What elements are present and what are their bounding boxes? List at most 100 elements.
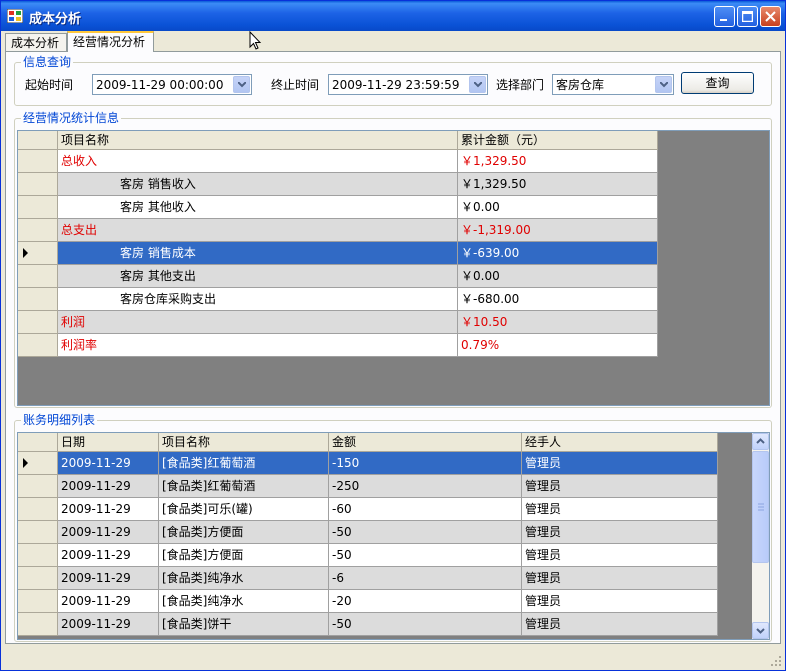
date-cell[interactable]: 2009-11-29 bbox=[58, 567, 159, 590]
item-name-cell[interactable]: 客房 销售成本 bbox=[58, 242, 458, 265]
minimize-icon bbox=[720, 19, 727, 21]
amount-cell[interactable]: -20 bbox=[329, 590, 522, 613]
scroll-down-button[interactable] bbox=[752, 622, 769, 639]
date-cell[interactable]: 2009-11-29 bbox=[58, 590, 159, 613]
item-name-cell[interactable]: [食品类]可乐(罐) bbox=[159, 498, 329, 521]
item-name-cell[interactable]: 总收入 bbox=[58, 150, 458, 173]
row-header[interactable] bbox=[18, 521, 58, 544]
close-button[interactable] bbox=[760, 6, 781, 27]
row-header[interactable] bbox=[18, 567, 58, 590]
handler-cell[interactable]: 管理员 bbox=[522, 521, 718, 544]
amount-cell[interactable]: ￥10.50 bbox=[458, 311, 658, 334]
amount-cell[interactable]: ￥1,329.50 bbox=[458, 150, 658, 173]
row-header[interactable] bbox=[18, 590, 58, 613]
query-group: 信息查询 起始时间 2009-11-29 00:00:00 终止时间 2009-… bbox=[14, 55, 772, 106]
column-header[interactable]: 项目名称 bbox=[58, 131, 458, 150]
row-header[interactable] bbox=[18, 196, 58, 219]
end-time-picker[interactable]: 2009-11-29 23:59:59 bbox=[328, 74, 488, 95]
ledger-grid[interactable]: 日期 项目名称 金额 经手人 2009-11-29 [食品类]红葡萄酒 -150 管理… bbox=[17, 432, 770, 640]
amount-cell[interactable]: -250 bbox=[329, 475, 522, 498]
row-header[interactable] bbox=[18, 288, 58, 311]
item-name-cell[interactable]: [食品类]红葡萄酒 bbox=[159, 475, 329, 498]
date-cell[interactable]: 2009-11-29 bbox=[58, 475, 159, 498]
ledger-vertical-scrollbar[interactable] bbox=[752, 433, 769, 639]
scroll-thumb[interactable] bbox=[752, 451, 769, 563]
item-name-cell[interactable]: [食品类]方便面 bbox=[159, 544, 329, 567]
resize-grip-icon[interactable] bbox=[770, 655, 782, 667]
row-header[interactable] bbox=[18, 219, 58, 242]
amount-cell[interactable]: -50 bbox=[329, 544, 522, 567]
date-cell[interactable]: 2009-11-29 bbox=[58, 544, 159, 567]
column-header[interactable]: 累计金额（元） bbox=[458, 131, 658, 150]
title-bar[interactable]: 成本分析 bbox=[1, 1, 785, 31]
row-header[interactable] bbox=[18, 173, 58, 196]
stats-grid[interactable]: 项目名称 累计金额（元） 总收入 ￥1,329.50 客房 销售收入 ￥1,329.5… bbox=[17, 130, 770, 406]
amount-cell[interactable]: -50 bbox=[329, 521, 522, 544]
row-header[interactable] bbox=[18, 475, 58, 498]
query-button[interactable]: 查询 bbox=[681, 72, 754, 94]
amount-cell[interactable]: -60 bbox=[329, 498, 522, 521]
department-value: 客房仓库 bbox=[556, 78, 605, 92]
item-name-cell[interactable]: [食品类]红葡萄酒 bbox=[159, 452, 329, 475]
item-name-cell[interactable]: [食品类]纯净水 bbox=[159, 567, 329, 590]
amount-cell[interactable]: -50 bbox=[329, 613, 522, 636]
maximize-button[interactable] bbox=[737, 6, 758, 27]
item-name-cell[interactable]: [食品类]纯净水 bbox=[159, 590, 329, 613]
handler-cell[interactable]: 管理员 bbox=[522, 498, 718, 521]
row-header[interactable] bbox=[18, 311, 58, 334]
row-header[interactable] bbox=[18, 150, 58, 173]
date-cell[interactable]: 2009-11-29 bbox=[58, 521, 159, 544]
date-cell[interactable]: 2009-11-29 bbox=[58, 613, 159, 636]
item-name-cell[interactable]: 客房 其他支出 bbox=[58, 265, 458, 288]
amount-cell[interactable]: ￥1,329.50 bbox=[458, 173, 658, 196]
main-window: 成本分析 成本分析 经营情况分析 信息查询 起始时间 2009-11-29 00… bbox=[0, 0, 786, 671]
amount-cell[interactable]: ￥-639.00 bbox=[458, 242, 658, 265]
item-name-cell[interactable]: 利润率 bbox=[58, 334, 458, 357]
handler-cell[interactable]: 管理员 bbox=[522, 452, 718, 475]
row-header[interactable] bbox=[18, 498, 58, 521]
handler-cell[interactable]: 管理员 bbox=[522, 544, 718, 567]
tab-cost-analysis[interactable]: 成本分析 bbox=[5, 33, 67, 51]
current-row-arrow-icon bbox=[23, 458, 28, 468]
column-header[interactable]: 项目名称 bbox=[159, 433, 329, 452]
item-name-cell[interactable]: 客房 销售收入 bbox=[58, 173, 458, 196]
tab-operation-analysis[interactable]: 经营情况分析 bbox=[67, 31, 154, 52]
row-header[interactable] bbox=[18, 265, 58, 288]
handler-cell[interactable]: 管理员 bbox=[522, 567, 718, 590]
item-name-cell[interactable]: 总支出 bbox=[58, 219, 458, 242]
column-header[interactable]: 金额 bbox=[329, 433, 522, 452]
item-name-cell[interactable]: 利润 bbox=[58, 311, 458, 334]
amount-cell[interactable]: ￥-1,319.00 bbox=[458, 219, 658, 242]
item-name-cell[interactable]: [食品类]饼干 bbox=[159, 613, 329, 636]
item-name-cell[interactable]: [食品类]方便面 bbox=[159, 521, 329, 544]
item-name-cell[interactable]: 客房仓库采购支出 bbox=[58, 288, 458, 311]
handler-cell[interactable]: 管理员 bbox=[522, 475, 718, 498]
row-header[interactable] bbox=[18, 544, 58, 567]
minimize-button[interactable] bbox=[714, 6, 735, 27]
handler-cell[interactable]: 管理员 bbox=[522, 590, 718, 613]
item-name-cell[interactable]: 客房 其他收入 bbox=[58, 196, 458, 219]
department-dropdown-button[interactable] bbox=[655, 76, 672, 93]
department-select[interactable]: 客房仓库 bbox=[552, 74, 674, 95]
column-header[interactable]: 日期 bbox=[58, 433, 159, 452]
amount-cell[interactable]: ￥0.00 bbox=[458, 196, 658, 219]
handler-cell[interactable]: 管理员 bbox=[522, 613, 718, 636]
date-cell[interactable]: 2009-11-29 bbox=[58, 498, 159, 521]
row-header[interactable] bbox=[18, 613, 58, 636]
date-cell[interactable]: 2009-11-29 bbox=[58, 452, 159, 475]
end-time-dropdown-button[interactable] bbox=[469, 76, 486, 93]
start-time-dropdown-button[interactable] bbox=[233, 76, 250, 93]
row-header[interactable] bbox=[18, 334, 58, 357]
amount-cell[interactable]: ￥0.00 bbox=[458, 265, 658, 288]
start-time-picker[interactable]: 2009-11-29 00:00:00 bbox=[92, 74, 252, 95]
window-title: 成本分析 bbox=[29, 12, 82, 27]
end-time-value: 2009-11-29 23:59:59 bbox=[332, 78, 460, 92]
scroll-up-button[interactable] bbox=[752, 433, 769, 450]
amount-cell[interactable]: -6 bbox=[329, 567, 522, 590]
row-header[interactable] bbox=[18, 452, 58, 475]
column-header[interactable]: 经手人 bbox=[522, 433, 718, 452]
row-header[interactable] bbox=[18, 242, 58, 265]
amount-cell[interactable]: -150 bbox=[329, 452, 522, 475]
amount-cell[interactable]: ￥-680.00 bbox=[458, 288, 658, 311]
amount-cell[interactable]: 0.79% bbox=[458, 334, 658, 357]
